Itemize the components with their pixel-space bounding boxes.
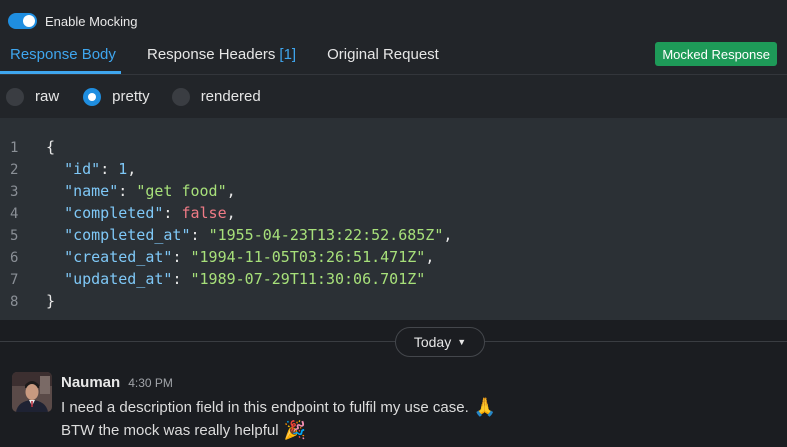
radio-rendered-label: rendered bbox=[200, 88, 261, 105]
code-line: 8} bbox=[0, 290, 55, 312]
day-label: Today bbox=[413, 334, 452, 350]
json-key: "created_at" bbox=[64, 248, 173, 266]
tab-response-headers[interactable]: Response Headers [1] bbox=[147, 40, 296, 74]
line-number: 8 bbox=[10, 294, 19, 310]
line-number: 2 bbox=[10, 162, 19, 178]
message-line: BTW the mock was really helpful 🎉 bbox=[61, 421, 306, 439]
view-mode-group: raw pretty rendered bbox=[0, 74, 787, 118]
tab-response-headers-count: [1] bbox=[279, 46, 297, 63]
tab-response-body-label: Response Body bbox=[10, 46, 116, 63]
open-brace: { bbox=[46, 138, 56, 156]
radio-rendered-dot bbox=[171, 87, 190, 106]
message-header: Nauman 4:30 PM bbox=[61, 374, 173, 391]
day-jump-button[interactable]: Today ▼ bbox=[395, 327, 485, 357]
json-key: "completed_at" bbox=[64, 226, 191, 244]
response-panel: Enable Mocking Response Body Response He… bbox=[0, 0, 787, 118]
toggle-knob bbox=[23, 15, 35, 27]
json-key: "name" bbox=[64, 182, 119, 200]
enable-mocking-toggle[interactable] bbox=[8, 13, 37, 29]
json-key: "completed" bbox=[64, 204, 164, 222]
avatar-image bbox=[12, 372, 52, 412]
chevron-down-icon: ▼ bbox=[457, 337, 467, 347]
tab-original-request-label: Original Request bbox=[327, 46, 439, 63]
message-text: BTW the mock was really helpful bbox=[61, 421, 279, 439]
tab-response-headers-label: Response Headers bbox=[147, 46, 276, 63]
mocked-response-badge: Mocked Response bbox=[655, 42, 777, 66]
line-number: 4 bbox=[10, 206, 19, 222]
response-body-code[interactable]: 1{ 2 "id": 1, 3 "name": "get food", 4 "c… bbox=[0, 118, 787, 320]
line-number: 6 bbox=[10, 250, 19, 266]
radio-pretty[interactable]: pretty bbox=[83, 87, 150, 106]
tab-response-body[interactable]: Response Body bbox=[0, 40, 121, 74]
tab-original-request[interactable]: Original Request bbox=[327, 40, 439, 74]
radio-raw-dot bbox=[6, 87, 24, 106]
json-value: "1989-07-29T11:30:06.701Z" bbox=[190, 270, 426, 288]
radio-raw-label: raw bbox=[35, 88, 60, 105]
avatar[interactable] bbox=[12, 372, 52, 412]
close-brace: } bbox=[46, 292, 56, 310]
code-line: 2 "id": 1, bbox=[0, 158, 136, 180]
sender-name[interactable]: Nauman bbox=[61, 374, 120, 391]
radio-pretty-label: pretty bbox=[112, 88, 150, 105]
code-line: 3 "name": "get food", bbox=[0, 180, 236, 202]
chat-panel: Today ▼ Nauman 4:30 PM I need a descript… bbox=[0, 320, 787, 447]
json-value: false bbox=[181, 204, 227, 222]
code-line: 1{ bbox=[0, 136, 55, 158]
day-divider bbox=[0, 341, 787, 342]
json-value: "get food" bbox=[136, 182, 227, 200]
json-value: 1 bbox=[118, 160, 128, 178]
line-number: 1 bbox=[10, 140, 19, 156]
message-time: 4:30 PM bbox=[128, 376, 173, 390]
code-line: 4 "completed": false, bbox=[0, 202, 236, 224]
code-line: 6 "created_at": "1994-11-05T03:26:51.471… bbox=[0, 246, 434, 268]
radio-rendered[interactable]: rendered bbox=[171, 87, 261, 106]
response-tabs: Response Body Response Headers [1] Origi… bbox=[0, 40, 439, 74]
message-line: I need a description field in this endpo… bbox=[61, 398, 496, 416]
json-value: "1955-04-23T13:22:52.685Z" bbox=[208, 226, 444, 244]
json-key: "id" bbox=[64, 160, 101, 178]
mocking-toggle-row: Enable Mocking bbox=[8, 11, 138, 31]
json-key: "updated_at" bbox=[64, 270, 173, 288]
radio-pretty-dot bbox=[83, 87, 102, 106]
json-value: "1994-11-05T03:26:51.471Z" bbox=[190, 248, 426, 266]
line-number: 3 bbox=[10, 184, 19, 200]
line-number: 5 bbox=[10, 228, 19, 244]
folded-hands-icon: 🙏 bbox=[473, 397, 497, 417]
party-popper-icon: 🎉 bbox=[283, 420, 306, 440]
radio-raw[interactable]: raw bbox=[6, 87, 60, 106]
line-number: 7 bbox=[10, 272, 19, 288]
code-line: 7 "updated_at": "1989-07-29T11:30:06.701… bbox=[0, 268, 425, 290]
enable-mocking-label: Enable Mocking bbox=[45, 13, 138, 29]
code-line: 5 "completed_at": "1955-04-23T13:22:52.6… bbox=[0, 224, 452, 246]
message-text: I need a description field in this endpo… bbox=[61, 398, 469, 416]
